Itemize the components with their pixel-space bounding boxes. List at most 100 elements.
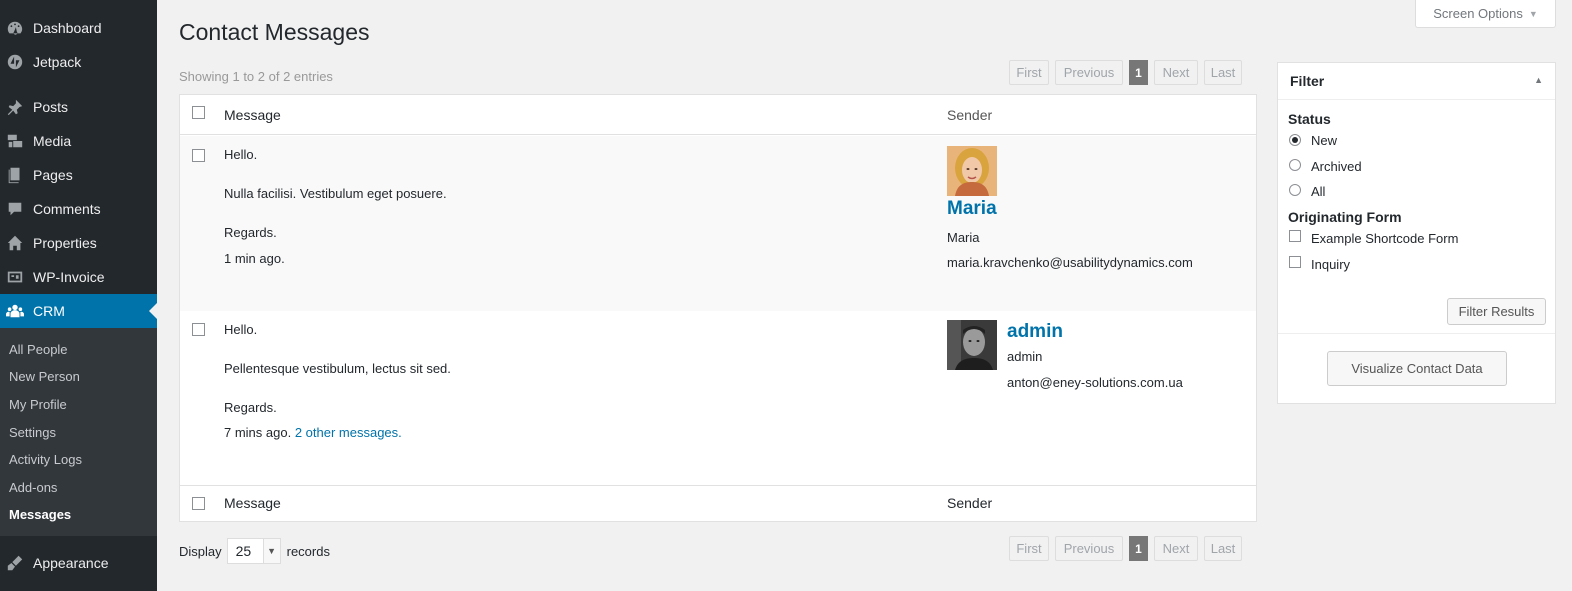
row-checkbox[interactable] [192, 323, 205, 336]
submenu-activity-logs[interactable]: Activity Logs [9, 452, 82, 467]
pagination-bottom: First Previous 1 Next Last [1009, 536, 1242, 561]
menu-dashboard[interactable]: Dashboard [0, 11, 157, 45]
column-message[interactable]: Message [224, 107, 281, 123]
invoice-icon [5, 267, 25, 287]
comments-icon [5, 199, 25, 219]
table-footer: Message Sender [180, 485, 1256, 521]
submenu-new-person[interactable]: New Person [9, 369, 80, 384]
menu-label: Jetpack [33, 54, 82, 70]
select-all-checkbox[interactable] [192, 106, 205, 119]
status-all-label[interactable]: All [1311, 184, 1325, 199]
menu-label: Media [33, 133, 72, 149]
menu-label: Pages [33, 167, 73, 183]
first-page-button[interactable]: First [1009, 536, 1049, 561]
menu-properties[interactable]: Properties [0, 226, 157, 260]
filter-box: Filter ▲ Status New Archived All Origina… [1277, 62, 1556, 404]
filter-header[interactable]: Filter ▲ [1278, 63, 1555, 100]
avatar[interactable] [947, 320, 997, 370]
message-meta: 7 mins ago. 2 other messages. [224, 425, 402, 440]
menu-jetpack[interactable]: Jetpack [0, 45, 157, 79]
visualize-contact-data-button[interactable]: Visualize Contact Data [1327, 351, 1507, 386]
caret-down-icon: ▼ [1528, 8, 1538, 19]
next-page-button[interactable]: Next [1154, 60, 1198, 85]
column-sender[interactable]: Sender [947, 495, 992, 511]
menu-label: WP-Invoice [33, 269, 105, 285]
message-body: Nulla facilisi. Vestibulum eget posuere. [224, 186, 447, 201]
message-greeting: Hello. [224, 147, 258, 162]
current-page[interactable]: 1 [1129, 536, 1148, 561]
previous-page-button[interactable]: Previous [1055, 60, 1123, 85]
menu-label: CRM [33, 303, 65, 319]
form-inquiry-label[interactable]: Inquiry [1311, 257, 1350, 272]
status-all-radio[interactable] [1289, 184, 1301, 196]
status-new-label[interactable]: New [1311, 133, 1337, 148]
avatar[interactable] [947, 146, 997, 196]
chevron-down-icon: ▼ [262, 539, 280, 563]
submenu-all-people[interactable]: All People [9, 342, 68, 357]
originating-form-label: Originating Form [1288, 209, 1402, 225]
select-all-checkbox[interactable] [192, 497, 205, 510]
messages-table: Message Sender Hello. Nulla facilisi. Ve… [179, 94, 1257, 522]
sender-email: anton@eney-solutions.com.ua [1007, 375, 1183, 390]
column-sender[interactable]: Sender [947, 107, 992, 123]
records-per-page-select[interactable]: 25 ▼ [226, 538, 281, 564]
home-icon [5, 233, 25, 253]
filter-results-button[interactable]: Filter Results [1447, 298, 1546, 325]
column-message[interactable]: Message [224, 495, 281, 511]
menu-crm[interactable]: CRM [0, 294, 157, 328]
crm-submenu: All People New Person My Profile Setting… [0, 328, 157, 536]
pin-icon [5, 97, 25, 117]
status-label: Status [1288, 111, 1331, 127]
collapse-toggle-icon[interactable]: ▲ [1534, 75, 1543, 85]
menu-posts[interactable]: Posts [0, 90, 157, 124]
display-label: Display [179, 543, 222, 559]
form-example-shortcode-label[interactable]: Example Shortcode Form [1311, 231, 1458, 246]
brush-icon [5, 553, 25, 573]
menu-label: Posts [33, 99, 69, 115]
row-checkbox[interactable] [192, 149, 205, 162]
menu-label: Dashboard [33, 20, 102, 36]
menu-comments[interactable]: Comments [0, 192, 157, 226]
status-archived-radio[interactable] [1289, 159, 1301, 171]
filter-title: Filter [1290, 73, 1325, 89]
message-greeting: Hello. [224, 322, 258, 337]
message-time: 7 mins ago. [224, 425, 292, 440]
last-page-button[interactable]: Last [1204, 536, 1242, 561]
status-new-radio[interactable] [1289, 134, 1301, 146]
menu-media[interactable]: Media [0, 124, 157, 158]
page-title: Contact Messages [179, 19, 370, 45]
form-example-shortcode-checkbox[interactable] [1289, 230, 1301, 242]
menu-label: Properties [33, 235, 97, 251]
groups-icon [5, 301, 25, 321]
last-page-button[interactable]: Last [1204, 60, 1242, 85]
form-inquiry-checkbox[interactable] [1289, 256, 1301, 268]
screen-options-label: Screen Options [1433, 6, 1523, 21]
sender-name-link[interactable]: admin [1007, 321, 1063, 343]
menu-appearance[interactable]: Appearance [0, 546, 157, 580]
submenu-messages[interactable]: Messages [9, 507, 71, 522]
media-icon [5, 131, 25, 151]
next-page-button[interactable]: Next [1154, 536, 1198, 561]
table-row: Hello. Nulla facilisi. Vestibulum eget p… [180, 136, 1256, 311]
records-per-page-value: 25 [235, 543, 252, 559]
status-archived-label[interactable]: Archived [1311, 159, 1362, 174]
divider [1278, 333, 1555, 334]
submenu-settings[interactable]: Settings [9, 425, 56, 440]
screen-options-button[interactable]: Screen Options ▼ [1415, 0, 1556, 28]
menu-pages[interactable]: Pages [0, 158, 157, 192]
message-time: 1 min ago. [224, 251, 285, 266]
sender-name-link[interactable]: Maria [947, 198, 997, 220]
admin-sidebar: Dashboard Jetpack Posts Media Pages Comm… [0, 0, 157, 591]
submenu-add-ons[interactable]: Add-ons [9, 480, 57, 495]
table-header: Message Sender [180, 95, 1256, 135]
first-page-button[interactable]: First [1009, 60, 1049, 85]
dashboard-icon [5, 18, 25, 38]
submenu-my-profile[interactable]: My Profile [9, 397, 67, 412]
menu-label: Appearance [33, 555, 109, 571]
current-page[interactable]: 1 [1129, 60, 1148, 85]
previous-page-button[interactable]: Previous [1055, 536, 1123, 561]
other-messages-link[interactable]: 2 other messages. [295, 425, 402, 440]
records-label: records [286, 543, 330, 559]
sender-email: maria.kravchenko@usabilitydynamics.com [947, 255, 1193, 270]
menu-wp-invoice[interactable]: WP-Invoice [0, 260, 157, 294]
